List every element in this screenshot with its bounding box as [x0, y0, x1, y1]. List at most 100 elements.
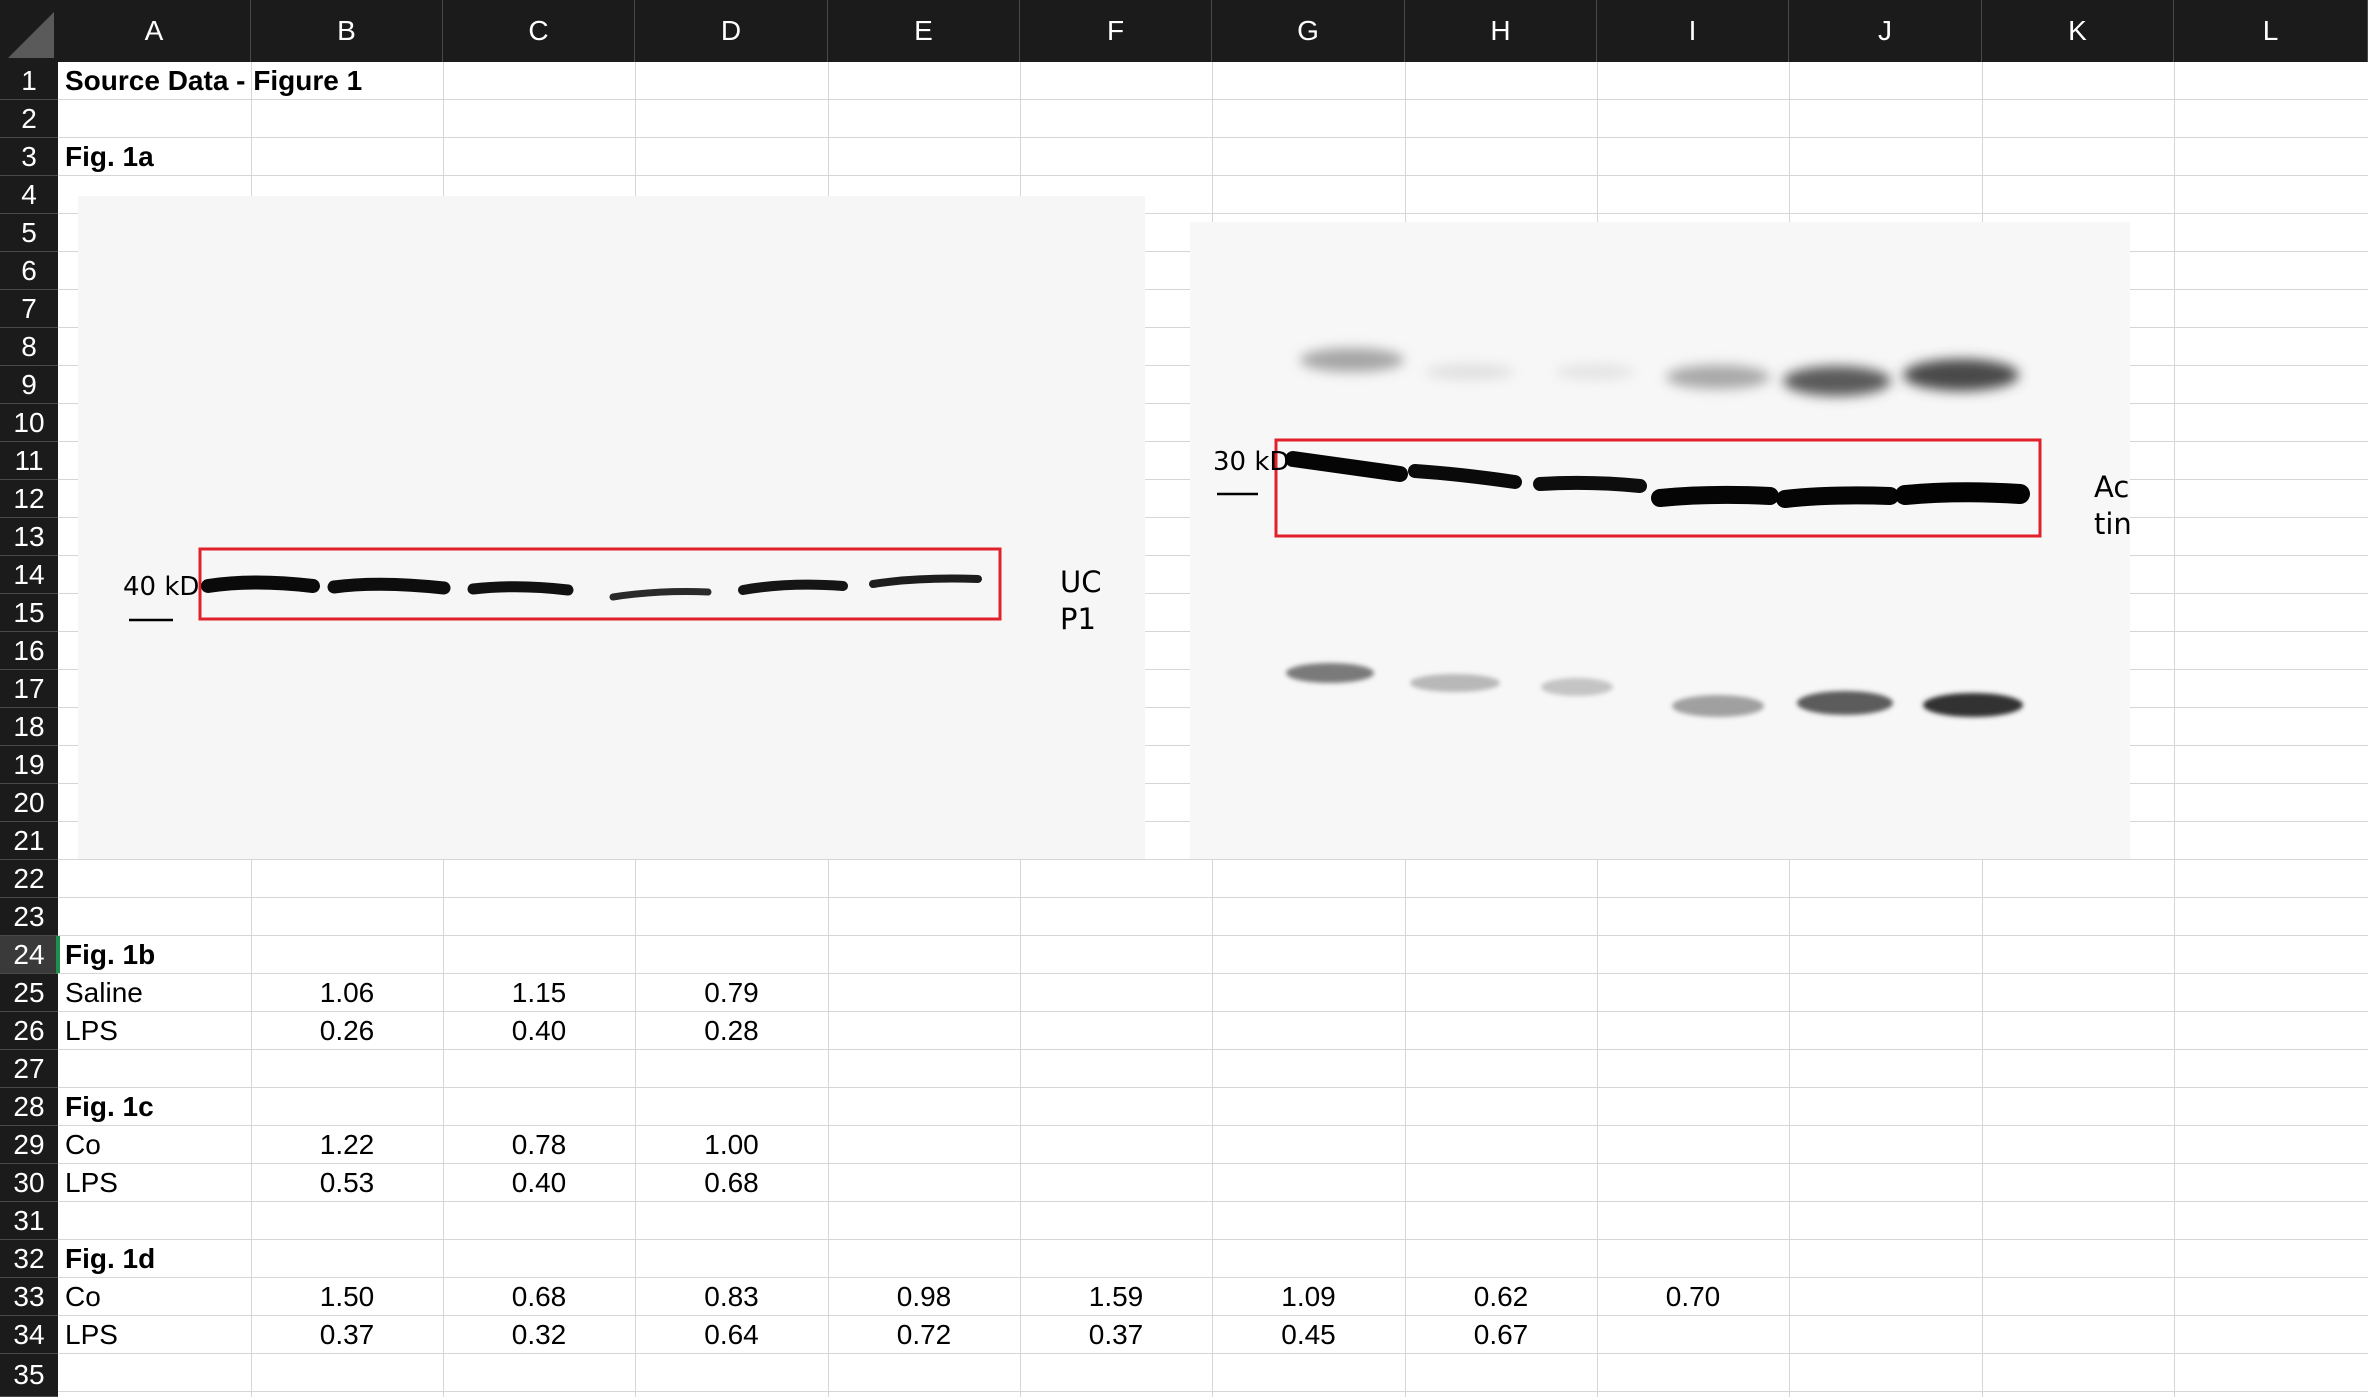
cell-e34[interactable]: 0.72	[828, 1316, 1020, 1354]
column-header-b[interactable]: B	[251, 0, 443, 62]
western-blot-image-actin[interactable]: 30 kD Ac tin	[1190, 222, 2130, 859]
select-all-corner[interactable]	[0, 0, 59, 62]
column-header-g[interactable]: G	[1212, 0, 1405, 62]
cell-c34[interactable]: 0.32	[443, 1316, 635, 1354]
row-header-8[interactable]: 8	[0, 328, 58, 366]
cell-d34[interactable]: 0.64	[635, 1316, 828, 1354]
cell-g34[interactable]: 0.45	[1212, 1316, 1405, 1354]
row-header-16[interactable]: 16	[0, 632, 58, 670]
cell-c26[interactable]: 0.40	[443, 1012, 635, 1050]
column-header-e[interactable]: E	[828, 0, 1020, 62]
cell-b26[interactable]: 0.26	[251, 1012, 443, 1050]
cell-a1[interactable]: Source Data - Figure 1	[58, 62, 362, 100]
spreadsheet[interactable]: A B C D E F G H I J K L 1 2 3 4 5 6 7 8 …	[0, 0, 2368, 1397]
row-header-28[interactable]: 28	[0, 1088, 58, 1126]
lower-band-5	[1797, 691, 1893, 715]
cell-h34[interactable]: 0.67	[1405, 1316, 1597, 1354]
cell-d29[interactable]: 1.00	[635, 1126, 828, 1164]
row-header-9[interactable]: 9	[0, 366, 58, 404]
cell-f34[interactable]: 0.37	[1020, 1316, 1212, 1354]
column-header-i[interactable]: I	[1597, 0, 1789, 62]
row-header-5[interactable]: 5	[0, 214, 58, 252]
band-5	[738, 579, 848, 595]
cell-a26[interactable]: LPS	[58, 1012, 118, 1050]
cell-d33[interactable]: 0.83	[635, 1278, 828, 1316]
column-header-l[interactable]: L	[2174, 0, 2368, 62]
cell-c33[interactable]: 0.68	[443, 1278, 635, 1316]
row-header-13[interactable]: 13	[0, 518, 58, 556]
cell-d26[interactable]: 0.28	[635, 1012, 828, 1050]
column-header-h[interactable]: H	[1405, 0, 1597, 62]
upper-band-1	[1300, 348, 1404, 372]
row-header-30[interactable]: 30	[0, 1164, 58, 1202]
row-header-11[interactable]: 11	[0, 442, 58, 480]
cell-b25[interactable]: 1.06	[251, 974, 443, 1012]
cell-a3[interactable]: Fig. 1a	[58, 138, 154, 176]
cell-c25[interactable]: 1.15	[443, 974, 635, 1012]
column-header-k[interactable]: K	[1982, 0, 2174, 62]
lower-band-4	[1672, 695, 1764, 717]
marker-label-30kd: 30 kD	[1213, 447, 1290, 477]
row-header-31[interactable]: 31	[0, 1202, 58, 1240]
cell-a25[interactable]: Saline	[58, 974, 143, 1012]
row-header-6[interactable]: 6	[0, 252, 58, 290]
cell-b30[interactable]: 0.53	[251, 1164, 443, 1202]
row-header-17[interactable]: 17	[0, 670, 58, 708]
row-header-34[interactable]: 34	[0, 1316, 58, 1354]
cell-e33[interactable]: 0.98	[828, 1278, 1020, 1316]
cell-a29[interactable]: Co	[58, 1126, 101, 1164]
cell-i33[interactable]: 0.70	[1597, 1278, 1789, 1316]
row-header-33[interactable]: 33	[0, 1278, 58, 1316]
column-header-c[interactable]: C	[443, 0, 635, 62]
cell-b33[interactable]: 1.50	[251, 1278, 443, 1316]
row-header-27[interactable]: 27	[0, 1050, 58, 1088]
row-header-35[interactable]: 35	[0, 1354, 58, 1397]
protein-label-line2: P1	[1060, 602, 1096, 636]
column-header-f[interactable]: F	[1020, 0, 1212, 62]
row-header-4[interactable]: 4	[0, 176, 58, 214]
cell-f33[interactable]: 1.59	[1020, 1278, 1212, 1316]
row-header-22[interactable]: 22	[0, 860, 58, 898]
select-all-triangle-icon	[8, 12, 54, 58]
row-header-12[interactable]: 12	[0, 480, 58, 518]
row-header-18[interactable]: 18	[0, 708, 58, 746]
cell-c29[interactable]: 0.78	[443, 1126, 635, 1164]
row-header-21[interactable]: 21	[0, 822, 58, 860]
cell-a33[interactable]: Co	[58, 1278, 101, 1316]
row-header-25[interactable]: 25	[0, 974, 58, 1012]
row-header-7[interactable]: 7	[0, 290, 58, 328]
cell-a28[interactable]: Fig. 1c	[58, 1088, 154, 1126]
cell-a32[interactable]: Fig. 1d	[58, 1240, 155, 1278]
upper-band-4	[1666, 365, 1770, 389]
row-header-20[interactable]: 20	[0, 784, 58, 822]
cell-a30[interactable]: LPS	[58, 1164, 118, 1202]
cell-b29[interactable]: 1.22	[251, 1126, 443, 1164]
row-header-29[interactable]: 29	[0, 1126, 58, 1164]
cell-c30[interactable]: 0.40	[443, 1164, 635, 1202]
row-header-15[interactable]: 15	[0, 594, 58, 632]
cell-d30[interactable]: 0.68	[635, 1164, 828, 1202]
cell-b34[interactable]: 0.37	[251, 1316, 443, 1354]
row-header-3[interactable]: 3	[0, 138, 58, 176]
row-header-19[interactable]: 19	[0, 746, 58, 784]
row-header-26[interactable]: 26	[0, 1012, 58, 1050]
cell-g33[interactable]: 1.09	[1212, 1278, 1405, 1316]
column-header-j[interactable]: J	[1789, 0, 1982, 62]
upper-band-3	[1555, 364, 1635, 380]
cell-d25[interactable]: 0.79	[635, 974, 828, 1012]
row-header-32[interactable]: 32	[0, 1240, 58, 1278]
western-blot-image-ucp1[interactable]: 40 kD UC P1	[78, 196, 1145, 859]
row-header-24[interactable]: 24	[0, 936, 58, 974]
cell-h33[interactable]: 0.62	[1405, 1278, 1597, 1316]
row-header-23[interactable]: 23	[0, 898, 58, 936]
actin-band-6	[1895, 482, 2030, 505]
row-header-10[interactable]: 10	[0, 404, 58, 442]
row-header-2[interactable]: 2	[0, 100, 58, 138]
row-header-14[interactable]: 14	[0, 556, 58, 594]
column-header-d[interactable]: D	[635, 0, 828, 62]
cell-a24[interactable]: Fig. 1b	[58, 936, 155, 974]
cell-a34[interactable]: LPS	[58, 1316, 118, 1354]
upper-band-2	[1425, 364, 1515, 380]
column-header-a[interactable]: A	[58, 0, 251, 62]
row-header-1[interactable]: 1	[0, 62, 58, 100]
